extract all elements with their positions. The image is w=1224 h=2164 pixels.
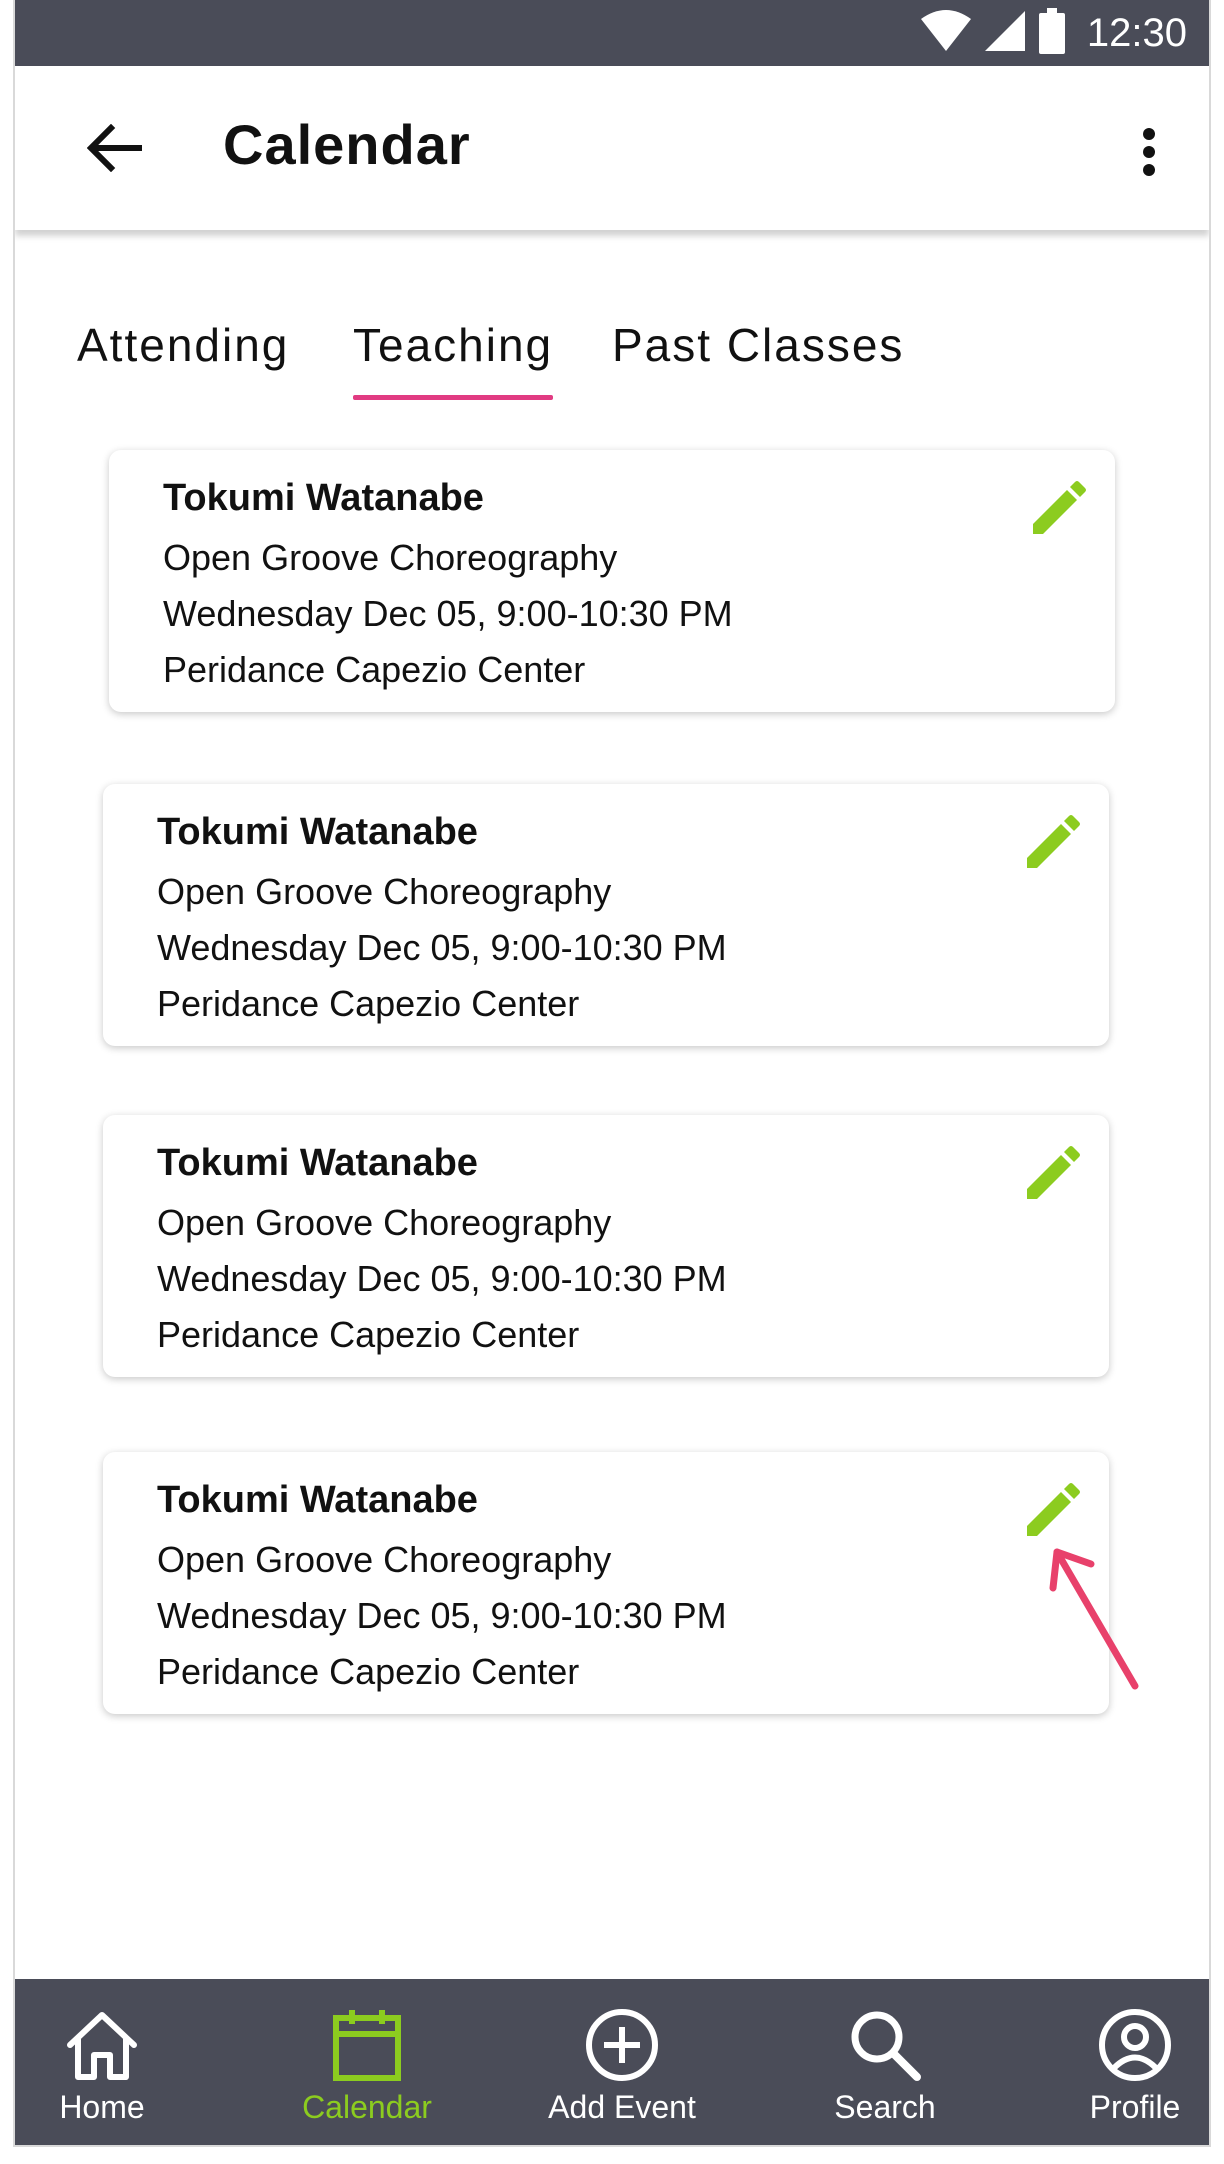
class-name: Open Groove Choreography — [157, 1539, 612, 1580]
pencil-icon — [1033, 481, 1086, 534]
calendar-icon — [327, 2005, 407, 2085]
edit-button[interactable] — [1021, 814, 1081, 874]
home-icon — [62, 2005, 142, 2085]
pencil-icon — [1027, 1146, 1080, 1199]
event-card[interactable]: Tokumi Watanabe Open Groove Choreography… — [109, 450, 1115, 712]
wifi-icon — [920, 9, 971, 58]
app-bar: Calendar — [15, 66, 1209, 230]
instructor-name: Tokumi Watanabe — [157, 1142, 478, 1184]
tab-past-classes[interactable]: Past Classes — [612, 318, 904, 372]
pencil-icon — [1027, 1483, 1080, 1536]
back-button[interactable] — [75, 116, 155, 180]
more-vert-icon — [1143, 128, 1155, 176]
cell-signal-icon — [984, 9, 1025, 58]
event-datetime: Wednesday Dec 05, 9:00-10:30 PM — [163, 593, 733, 634]
annotation-arrow-icon — [1049, 1548, 1139, 1690]
tab-teaching[interactable]: Teaching — [353, 318, 554, 400]
pencil-icon — [1027, 815, 1080, 868]
arrow-left-icon — [87, 124, 142, 172]
status-icons: 12:30 — [920, 7, 1187, 59]
page-title: Calendar — [223, 113, 471, 176]
profile-icon — [1095, 2005, 1175, 2085]
event-location: Peridance Capezio Center — [157, 1314, 580, 1355]
nav-calendar[interactable]: Calendar — [287, 1979, 447, 2145]
edit-button[interactable] — [1021, 1482, 1081, 1542]
tab-bar: Attending Teaching Past Classes — [15, 300, 1209, 400]
edit-button[interactable] — [1021, 1145, 1081, 1205]
event-datetime: Wednesday Dec 05, 9:00-10:30 PM — [157, 1258, 727, 1299]
event-card[interactable]: Tokumi Watanabe Open Groove Choreography… — [103, 784, 1109, 1046]
bottom-navigation: Home Calendar Add Event Search Profile — [15, 1979, 1209, 2145]
event-location: Peridance Capezio Center — [163, 649, 586, 690]
nav-label: Search — [834, 2089, 936, 2125]
event-card[interactable]: Tokumi Watanabe Open Groove Choreography… — [103, 1452, 1109, 1714]
event-location: Peridance Capezio Center — [157, 983, 580, 1024]
class-name: Open Groove Choreography — [157, 871, 612, 912]
nav-home[interactable]: Home — [37, 1979, 167, 2145]
instructor-name: Tokumi Watanabe — [157, 1479, 478, 1521]
search-icon — [845, 2005, 925, 2085]
class-name: Open Groove Choreography — [157, 1202, 612, 1243]
event-card[interactable]: Tokumi Watanabe Open Groove Choreography… — [103, 1115, 1109, 1377]
event-datetime: Wednesday Dec 05, 9:00-10:30 PM — [157, 1595, 727, 1636]
nav-label: Home — [59, 2089, 145, 2125]
class-name: Open Groove Choreography — [163, 537, 618, 578]
nav-search[interactable]: Search — [815, 1979, 955, 2145]
event-location: Peridance Capezio Center — [157, 1651, 580, 1692]
event-datetime: Wednesday Dec 05, 9:00-10:30 PM — [157, 927, 727, 968]
add-circle-icon — [582, 2005, 662, 2085]
tab-attending[interactable]: Attending — [77, 318, 289, 372]
nav-add-event[interactable]: Add Event — [537, 1979, 707, 2145]
nav-label: Add Event — [548, 2089, 696, 2125]
instructor-name: Tokumi Watanabe — [163, 477, 484, 519]
nav-label: Calendar — [302, 2089, 432, 2125]
more-options-button[interactable] — [1129, 122, 1169, 182]
battery-icon — [1038, 7, 1065, 59]
phone-screen: 12:30 Calendar Attending Teaching Past C… — [13, 0, 1211, 2147]
status-time: 12:30 — [1086, 10, 1187, 55]
nav-profile[interactable]: Profile — [1075, 1979, 1195, 2145]
nav-label: Profile — [1089, 2089, 1181, 2125]
instructor-name: Tokumi Watanabe — [157, 811, 478, 853]
status-bar: 12:30 — [15, 0, 1209, 66]
edit-button[interactable] — [1027, 480, 1087, 540]
